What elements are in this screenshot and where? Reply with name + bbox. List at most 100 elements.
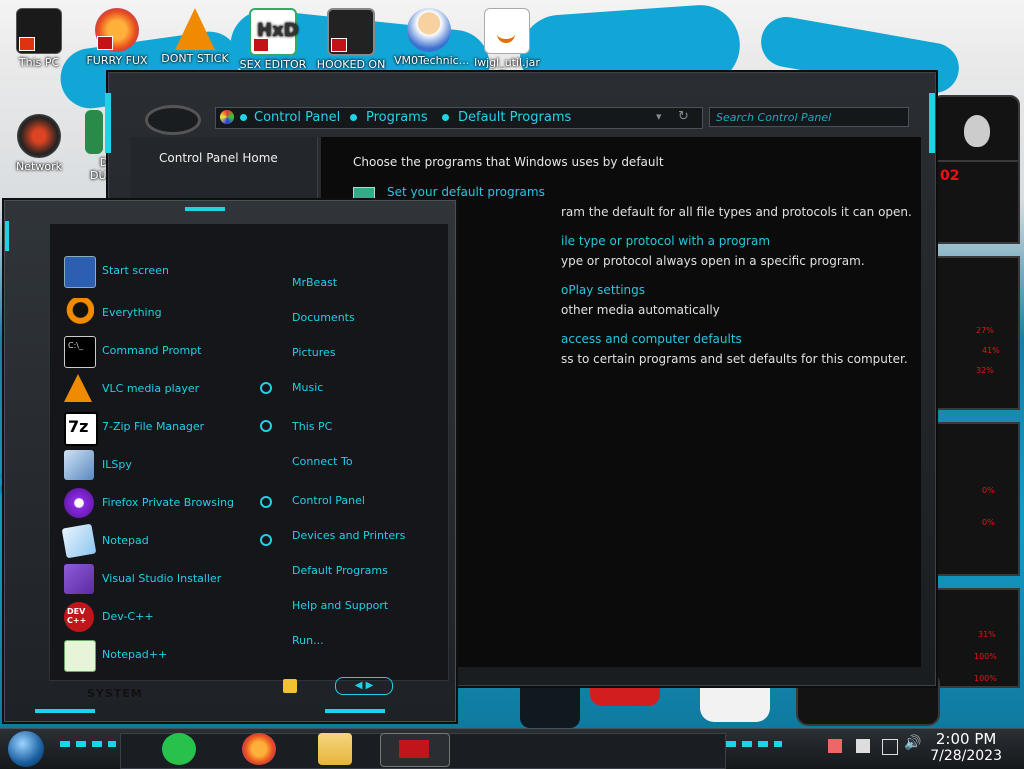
power-arrows-button[interactable]: ◀ ▶ [335,677,393,695]
address-bar[interactable]: Control Panel Programs Default Programs … [215,107,703,129]
drive-gadget: 0% 0% [932,422,1020,576]
system-label: SYSTEM [87,687,143,700]
place-control-panel[interactable]: Control Panel [292,494,365,507]
pin-icon[interactable] [260,382,272,394]
frame-accent [35,709,95,713]
autoplay-settings-link[interactable]: oPlay settings [561,283,645,297]
firefox-icon[interactable] [242,733,276,765]
desktop-icon-firefox[interactable]: FURRY FUX [82,8,152,67]
breadcrumb-default-programs[interactable]: Default Programs [458,110,571,125]
breadcrumb-programs[interactable]: Programs [366,110,428,125]
place-documents[interactable]: Documents [292,311,355,324]
search-input[interactable]: Search Control Panel [709,107,909,127]
desktop-icon-label: VM0Technic... [394,54,470,67]
frame-accent [929,93,935,153]
desktop-icon-hooked-on[interactable]: HOOKED ON [316,8,386,71]
program-everything[interactable]: Everything [60,296,260,330]
start-menu: Start screen Everything C:\_ Command Pro… [4,200,456,722]
shutdown-options-icon[interactable] [283,679,297,693]
place-pictures[interactable]: Pictures [292,346,336,359]
desktop-icon-lwjgl-jar[interactable]: lwjgl_util.jar [472,8,542,69]
program-visual-studio-installer[interactable]: Visual Studio Installer [60,562,260,596]
place-this-pc[interactable]: This PC [292,420,332,433]
program-ilspy[interactable]: ILSpy [60,448,260,482]
breadcrumb-separator-icon [350,114,357,121]
taskbar-clock[interactable]: 2:00 PM 7/28/2023 [930,730,1002,764]
item-description: other media automatically [561,303,720,317]
desktop-icon-label: FURRY FUX [86,54,148,67]
place-connect-to[interactable]: Connect To [292,455,353,468]
program-access-link[interactable]: access and computer defaults [561,332,742,346]
address-dropdown-icon[interactable]: ▾ [656,110,662,123]
desktop-icon-hxd[interactable]: HxD SEX EDITOR [238,8,308,71]
visual-studio-installer-icon [64,564,94,594]
program-label: Command Prompt [102,344,202,357]
program-label: Visual Studio Installer [102,572,222,585]
program-label: Firefox Private Browsing [102,496,235,509]
program-command-prompt[interactable]: C:\_ Command Prompt [60,334,260,368]
java-icon [484,8,530,54]
frame-accent [5,221,9,251]
program-devcpp[interactable]: DEV C++ Dev-C++ [60,600,260,634]
program-label: ILSpy [102,458,132,471]
start-menu-body: Start screen Everything C:\_ Command Pro… [49,223,449,681]
place-help-and-support[interactable]: Help and Support [292,599,388,612]
control-panel-home-link[interactable]: Control Panel Home [159,151,278,165]
desktop-icon-label: Network [16,160,62,173]
pin-icon[interactable] [260,534,272,546]
pin-icon[interactable] [260,496,272,508]
refresh-icon[interactable]: ↻ [678,109,689,124]
breadcrumb-control-panel[interactable]: Control Panel [254,110,340,125]
devcpp-icon: DEV C++ [64,602,94,632]
action-center-icon[interactable] [856,739,870,753]
network-status-icon[interactable] [882,739,898,755]
clock-time: 2:00 PM [935,730,997,748]
network-gadget: 31% 100% 100% [932,588,1020,688]
notes-app-icon[interactable] [162,733,196,765]
desktop-icon-network[interactable]: Network [4,114,74,173]
desktop-icon-label: lwjgl_util.jar [474,56,540,69]
program-label: 7-Zip File Manager [102,420,205,433]
notepad-icon [61,523,97,559]
start-button[interactable] [8,731,44,767]
program-start-screen[interactable]: Start screen [60,254,260,288]
ilspy-icon [64,450,94,480]
item-description: ype or protocol always open in a specifi… [561,254,865,268]
desktop-icon-this-pc[interactable]: This PC [4,8,74,69]
volume-icon[interactable]: 🔊 [904,735,921,751]
place-user-folder[interactable]: MrBeast [292,276,337,289]
pin-icon[interactable] [260,420,272,432]
gadget-readout: 100% [974,674,997,683]
notification-icon[interactable] [828,739,842,753]
program-notepadpp[interactable]: Notepad++ [60,638,260,672]
place-music[interactable]: Music [292,381,323,394]
associate-file-type-link[interactable]: ile type or protocol with a program [561,234,770,248]
frame-accent [105,93,111,153]
alienware-gadget [932,95,1020,169]
item-description: ss to certain programs and set defaults … [561,352,908,366]
nav-back-forward-button[interactable] [145,105,201,135]
program-7zip[interactable]: 7z 7-Zip File Manager [60,410,260,446]
page-title: Choose the programs that Windows uses by… [353,155,664,169]
program-label: Notepad [102,534,149,547]
desktop-icon-vm0technic[interactable]: VM0Technic... [394,8,470,67]
file-explorer-icon[interactable] [318,733,352,765]
set-default-programs-link[interactable]: Set your default programs [387,185,545,199]
vlc-icon [64,374,92,402]
control-panel-taskbar-button[interactable] [380,733,450,767]
place-default-programs[interactable]: Default Programs [292,564,388,577]
place-run[interactable]: Run... [292,634,324,647]
desktop-icon-label: HOOKED ON [316,58,386,71]
program-vlc[interactable]: VLC media player [60,372,260,406]
gadget-readout: 02 [940,168,960,184]
program-notepad[interactable]: Notepad [60,523,260,559]
desktop-icon-vlc[interactable]: DONT STICK [160,8,230,65]
place-devices-and-printers[interactable]: Devices and Printers [292,529,405,542]
gadget-readout: 27% [976,326,994,335]
program-label: Start screen [102,264,169,277]
gadget-readout: 32% [976,366,994,375]
firefox-private-icon [64,488,94,518]
program-firefox-private[interactable]: Firefox Private Browsing [60,486,260,520]
network-icon [17,114,61,158]
this-pc-icon [16,8,62,54]
